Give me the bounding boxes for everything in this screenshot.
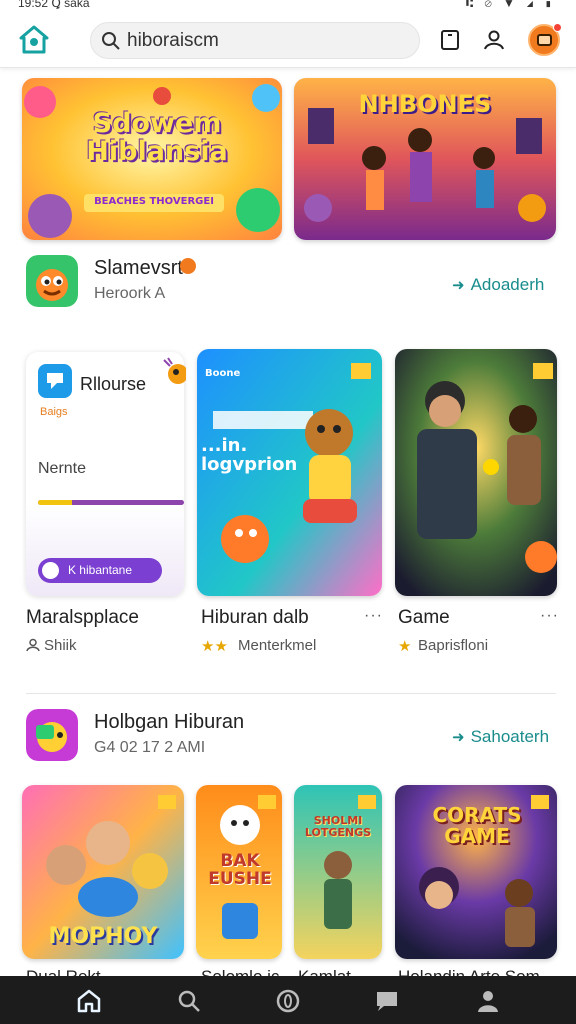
game-card-art[interactable]: BAK EUSHE: [196, 785, 282, 959]
banner-headline: NHBONES: [358, 90, 492, 118]
game-card-art[interactable]: [395, 349, 557, 596]
notification-dot: [553, 23, 562, 32]
badge-icon: [180, 258, 196, 274]
search-input[interactable]: [127, 29, 407, 53]
tablet-icon[interactable]: [438, 28, 462, 52]
game-subtitle: Baprisfloni: [418, 637, 489, 654]
promo-card[interactable]: Rllourse Baigs Nernte K hibantane: [26, 352, 184, 596]
plus-icon: [42, 562, 59, 579]
see-all-link[interactable]: ➜ Sahoaterh: [452, 727, 549, 747]
see-all-label: Sahoaterh: [470, 727, 550, 746]
promo-button-label: K hibantane: [67, 563, 133, 577]
chat-icon[interactable]: [374, 988, 400, 1014]
banner-headline: Sdowem Hiblansia: [86, 108, 228, 168]
rating-stars: ★★: [201, 638, 228, 655]
home-icon[interactable]: [76, 988, 102, 1014]
see-all-link[interactable]: ➜ Adoaderh: [452, 275, 544, 295]
search-icon[interactable]: [176, 988, 202, 1014]
arrow-icon: ➜: [452, 277, 465, 294]
game-title[interactable]: Maralspplace: [26, 607, 139, 629]
game-card-art[interactable]: SHOLMI LOTGENGS: [294, 785, 382, 959]
banner-card[interactable]: Sdowem Hiblansia BEACHES THOVERGEI: [22, 78, 282, 240]
status-icons: ⑆ ⊘ ▼ ◢ ▮: [465, 0, 556, 10]
game-art-text: ...in. logvprion: [201, 435, 298, 475]
search-icon: [102, 32, 120, 50]
game-card-art[interactable]: CORATS GAME: [395, 785, 557, 959]
banner-caption: BEACHES THOVERGEI: [94, 196, 214, 207]
section-divider: [26, 693, 556, 694]
game-art-text: MOPHOY: [48, 924, 158, 949]
section-app-icon[interactable]: [26, 255, 78, 307]
promo-tag: Baigs: [40, 406, 68, 418]
top-bar: [0, 12, 576, 68]
character-peek-icon: [158, 356, 188, 388]
section-subtitle: Heroork A: [94, 285, 166, 302]
promo-title: Rllourse: [80, 374, 147, 394]
game-title[interactable]: Hiburan dalb: [201, 607, 309, 629]
rating-stars: ★: [398, 638, 412, 655]
promo-button[interactable]: K hibantane: [38, 558, 162, 583]
progress-bar: [38, 500, 184, 505]
promo-app-icon: [38, 364, 72, 398]
search-bar[interactable]: [90, 22, 420, 59]
game-subtitle: Menterkmel: [238, 637, 317, 654]
status-bar: 19:52 Ꝗ saka ⑆ ⊘ ▼ ◢ ▮: [0, 0, 576, 12]
section-title: Slamevsrt: [94, 257, 183, 279]
section-app-icon[interactable]: [26, 709, 78, 761]
see-all-label: Adoaderh: [470, 275, 545, 294]
user-icon[interactable]: [482, 28, 506, 52]
game-art: [294, 785, 382, 959]
game-art-text: SHOLMI LOTGENGS: [304, 814, 372, 839]
game-subtitle: Shiik: [44, 637, 77, 654]
more-icon[interactable]: ···: [540, 607, 559, 625]
bottom-nav: [0, 976, 576, 1024]
promo-section-label: Nernte: [38, 460, 87, 477]
game-card-art[interactable]: Boone ...in. logvprion: [197, 349, 382, 596]
avatar-face-icon: [537, 34, 552, 46]
banner-card[interactable]: NHBONES: [294, 78, 556, 240]
avatar-badge[interactable]: [528, 23, 562, 56]
game-art-text: BAK EUSHE: [208, 851, 272, 889]
game-card-art[interactable]: MOPHOY: [22, 785, 184, 959]
game-art-text: CORATS GAME: [432, 803, 522, 848]
section-subtitle: G4 02 17 2 AMI: [94, 739, 206, 756]
game-art-label: Boone: [205, 368, 241, 379]
user-icon: [26, 638, 40, 652]
game-title[interactable]: Game: [398, 607, 450, 629]
game-art: [395, 349, 557, 596]
section-title: Holbgan Hiburan: [94, 711, 245, 733]
status-time: 19:52 Ꝗ saka: [18, 0, 90, 10]
more-icon[interactable]: ···: [364, 607, 383, 625]
home-logo-icon[interactable]: [18, 24, 50, 56]
person-icon[interactable]: [475, 988, 501, 1014]
arrow-icon: ➜: [452, 729, 465, 746]
circle-icon[interactable]: [275, 988, 301, 1014]
progress-fill: [38, 500, 72, 505]
